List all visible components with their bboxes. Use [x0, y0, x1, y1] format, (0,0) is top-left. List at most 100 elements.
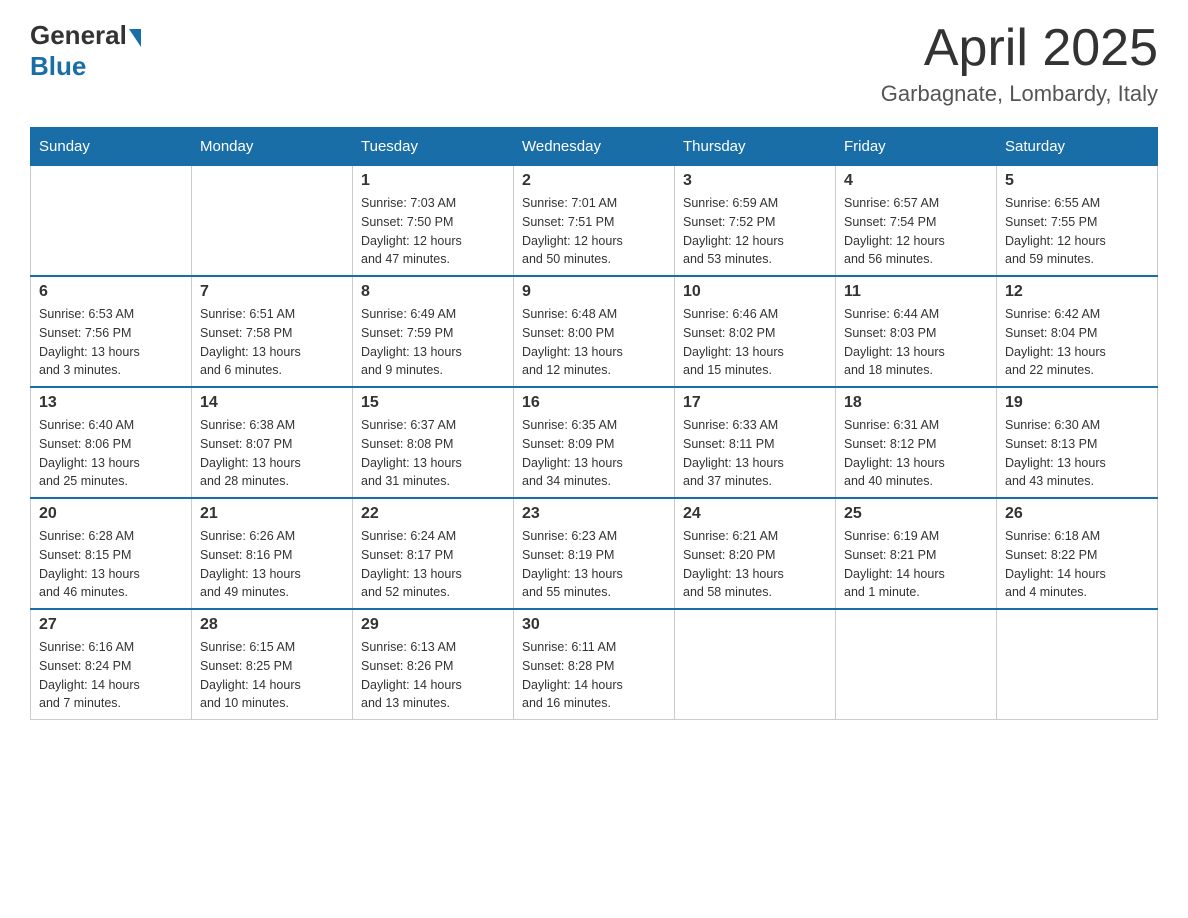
day-number: 24 [683, 505, 827, 523]
location-subtitle: Garbagnate, Lombardy, Italy [881, 81, 1158, 107]
calendar-cell: 22 Sunrise: 6:24 AMSunset: 8:17 PMDayligh… [353, 498, 514, 609]
day-info: Sunrise: 6:55 AMSunset: 7:55 PMDaylight:… [1005, 194, 1149, 269]
day-info: Sunrise: 6:30 AMSunset: 8:13 PMDaylight:… [1005, 416, 1149, 491]
day-info: Sunrise: 6:28 AMSunset: 8:15 PMDaylight:… [39, 527, 183, 602]
calendar-cell: 23 Sunrise: 6:23 AMSunset: 8:19 PMDayligh… [514, 498, 675, 609]
day-info: Sunrise: 6:26 AMSunset: 8:16 PMDaylight:… [200, 527, 344, 602]
day-number: 12 [1005, 283, 1149, 301]
calendar-cell: 8 Sunrise: 6:49 AMSunset: 7:59 PMDaylight… [353, 276, 514, 387]
day-info: Sunrise: 6:59 AMSunset: 7:52 PMDaylight:… [683, 194, 827, 269]
day-number: 20 [39, 505, 183, 523]
day-number: 30 [522, 616, 666, 634]
day-number: 11 [844, 283, 988, 301]
calendar-cell [31, 166, 192, 277]
calendar-header-saturday: Saturday [997, 128, 1158, 166]
day-number: 22 [361, 505, 505, 523]
day-number: 2 [522, 172, 666, 190]
day-info: Sunrise: 6:51 AMSunset: 7:58 PMDaylight:… [200, 305, 344, 380]
calendar-cell: 21Sunrise: 6:26 AMSunset: 8:16 PMDayligh… [192, 498, 353, 609]
day-number: 1 [361, 172, 505, 190]
calendar-header-tuesday: Tuesday [353, 128, 514, 166]
day-info: Sunrise: 6:38 AMSunset: 8:07 PMDaylight:… [200, 416, 344, 491]
day-number: 9 [522, 283, 666, 301]
day-info: Sunrise: 6:48 AMSunset: 8:00 PMDaylight:… [522, 305, 666, 380]
day-number: 25 [844, 505, 988, 523]
day-info: Sunrise: 6:37 AMSunset: 8:08 PMDaylight:… [361, 416, 505, 491]
calendar-cell: 28 Sunrise: 6:15 AMSunset: 8:25 PMDayligh… [192, 609, 353, 720]
day-info: Sunrise: 6:53 AMSunset: 7:56 PMDaylight:… [39, 305, 183, 380]
logo: General Blue [30, 20, 141, 82]
calendar-cell: 25Sunrise: 6:19 AMSunset: 8:21 PMDayligh… [836, 498, 997, 609]
calendar-cell: 24 Sunrise: 6:21 AMSunset: 8:20 PMDayligh… [675, 498, 836, 609]
calendar-week-row: 13Sunrise: 6:40 AMSunset: 8:06 PMDayligh… [31, 387, 1158, 498]
calendar-cell: 16Sunrise: 6:35 AMSunset: 8:09 PMDayligh… [514, 387, 675, 498]
title-section: April 2025 Garbagnate, Lombardy, Italy [881, 20, 1158, 107]
calendar-cell [997, 609, 1158, 720]
day-info: Sunrise: 6:31 AMSunset: 8:12 PMDaylight:… [844, 416, 988, 491]
day-number: 28 [200, 616, 344, 634]
calendar-header-sunday: Sunday [31, 128, 192, 166]
calendar-cell: 19 Sunrise: 6:30 AMSunset: 8:13 PMDayligh… [997, 387, 1158, 498]
calendar-header-wednesday: Wednesday [514, 128, 675, 166]
day-info: Sunrise: 6:46 AMSunset: 8:02 PMDaylight:… [683, 305, 827, 380]
calendar-cell [675, 609, 836, 720]
calendar-cell: 30 Sunrise: 6:11 AMSunset: 8:28 PMDayligh… [514, 609, 675, 720]
page-header: General Blue April 2025 Garbagnate, Lomb… [30, 20, 1158, 107]
calendar-week-row: 20 Sunrise: 6:28 AMSunset: 8:15 PMDayligh… [31, 498, 1158, 609]
calendar-week-row: 6 Sunrise: 6:53 AMSunset: 7:56 PMDaylight… [31, 276, 1158, 387]
day-info: Sunrise: 6:15 AMSunset: 8:25 PMDaylight:… [200, 638, 344, 713]
day-number: 27 [39, 616, 183, 634]
logo-arrow-icon [129, 29, 141, 47]
calendar-header-friday: Friday [836, 128, 997, 166]
day-number: 29 [361, 616, 505, 634]
calendar-cell: 7 Sunrise: 6:51 AMSunset: 7:58 PMDaylight… [192, 276, 353, 387]
calendar-cell: 5 Sunrise: 6:55 AMSunset: 7:55 PMDaylight… [997, 166, 1158, 277]
calendar-cell [192, 166, 353, 277]
day-number: 17 [683, 394, 827, 412]
day-number: 5 [1005, 172, 1149, 190]
calendar-week-row: 1 Sunrise: 7:03 AMSunset: 7:50 PMDaylight… [31, 166, 1158, 277]
calendar-cell: 4Sunrise: 6:57 AMSunset: 7:54 PMDaylight… [836, 166, 997, 277]
calendar-cell: 10 Sunrise: 6:46 AMSunset: 8:02 PMDayligh… [675, 276, 836, 387]
calendar-header-row: SundayMondayTuesdayWednesdayThursdayFrid… [31, 128, 1158, 166]
calendar-cell: 27Sunrise: 6:16 AMSunset: 8:24 PMDayligh… [31, 609, 192, 720]
day-number: 8 [361, 283, 505, 301]
calendar-cell: 18 Sunrise: 6:31 AMSunset: 8:12 PMDayligh… [836, 387, 997, 498]
calendar-cell: 13Sunrise: 6:40 AMSunset: 8:06 PMDayligh… [31, 387, 192, 498]
day-info: Sunrise: 6:49 AMSunset: 7:59 PMDaylight:… [361, 305, 505, 380]
calendar-table: SundayMondayTuesdayWednesdayThursdayFrid… [30, 127, 1158, 720]
day-info: Sunrise: 6:23 AMSunset: 8:19 PMDaylight:… [522, 527, 666, 602]
day-number: 3 [683, 172, 827, 190]
day-number: 23 [522, 505, 666, 523]
day-number: 10 [683, 283, 827, 301]
day-number: 14 [200, 394, 344, 412]
logo-blue-part [127, 29, 141, 43]
day-number: 18 [844, 394, 988, 412]
calendar-cell: 9 Sunrise: 6:48 AMSunset: 8:00 PMDaylight… [514, 276, 675, 387]
calendar-cell: 17 Sunrise: 6:33 AMSunset: 8:11 PMDayligh… [675, 387, 836, 498]
day-number: 19 [1005, 394, 1149, 412]
month-title: April 2025 [881, 20, 1158, 77]
day-number: 15 [361, 394, 505, 412]
day-number: 6 [39, 283, 183, 301]
day-info: Sunrise: 6:44 AMSunset: 8:03 PMDaylight:… [844, 305, 988, 380]
calendar-cell: 12 Sunrise: 6:42 AMSunset: 8:04 PMDayligh… [997, 276, 1158, 387]
day-number: 13 [39, 394, 183, 412]
calendar-cell: 3 Sunrise: 6:59 AMSunset: 7:52 PMDaylight… [675, 166, 836, 277]
day-info: Sunrise: 6:42 AMSunset: 8:04 PMDaylight:… [1005, 305, 1149, 380]
day-number: 4 [844, 172, 988, 190]
calendar-header-monday: Monday [192, 128, 353, 166]
day-number: 7 [200, 283, 344, 301]
day-info: Sunrise: 7:03 AMSunset: 7:50 PMDaylight:… [361, 194, 505, 269]
day-number: 26 [1005, 505, 1149, 523]
logo-general-text: General [30, 20, 127, 51]
day-number: 16 [522, 394, 666, 412]
day-info: Sunrise: 6:11 AMSunset: 8:28 PMDaylight:… [522, 638, 666, 713]
calendar-cell: 29Sunrise: 6:13 AMSunset: 8:26 PMDayligh… [353, 609, 514, 720]
calendar-cell: 2Sunrise: 7:01 AMSunset: 7:51 PMDaylight… [514, 166, 675, 277]
calendar-cell: 11 Sunrise: 6:44 AMSunset: 8:03 PMDayligh… [836, 276, 997, 387]
day-info: Sunrise: 6:24 AMSunset: 8:17 PMDaylight:… [361, 527, 505, 602]
day-info: Sunrise: 6:21 AMSunset: 8:20 PMDaylight:… [683, 527, 827, 602]
calendar-cell: 14 Sunrise: 6:38 AMSunset: 8:07 PMDayligh… [192, 387, 353, 498]
day-info: Sunrise: 6:33 AMSunset: 8:11 PMDaylight:… [683, 416, 827, 491]
